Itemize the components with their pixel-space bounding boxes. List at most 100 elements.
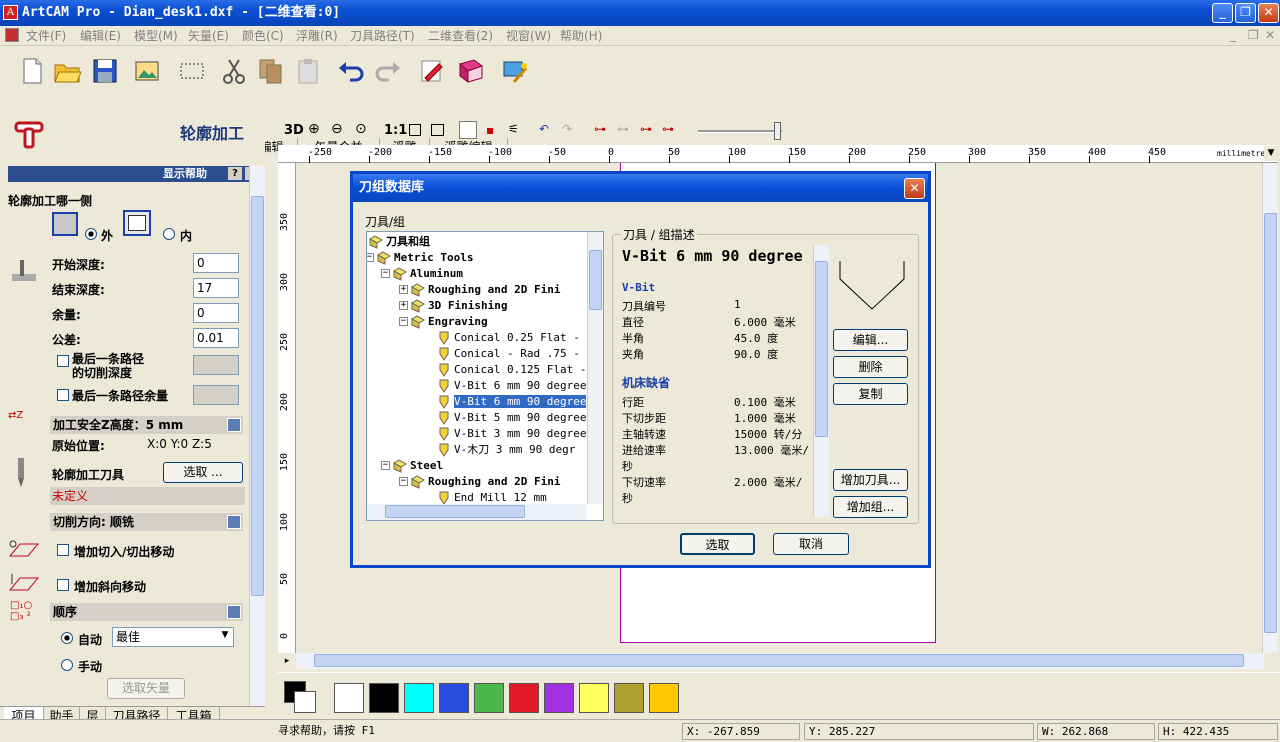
new-file-icon[interactable] (17, 56, 47, 86)
view-redo-icon[interactable]: ↷ (562, 122, 572, 136)
order-select[interactable]: 最佳 (112, 627, 234, 647)
expand-toggle-icon[interactable]: + (399, 301, 408, 310)
expand-toggle-icon[interactable]: − (381, 269, 390, 278)
last-path-allowance-input[interactable] (193, 385, 239, 405)
tree-item[interactable]: − Aluminum (381, 266, 463, 282)
add-group-button[interactable]: 增加组... (833, 496, 908, 518)
tree-item[interactable]: + Roughing and 2D Fini (399, 282, 560, 298)
inside-icon[interactable] (123, 210, 151, 236)
menu-2dview[interactable]: 二维查看(2) (428, 27, 493, 45)
dropdown-arrow-icon[interactable]: ▼ (218, 630, 232, 645)
wizard-icon[interactable] (500, 56, 530, 86)
zoom-icon[interactable]: ⊙ (355, 121, 367, 137)
manual-radio[interactable] (61, 659, 73, 671)
minimize-button[interactable]: _ (1212, 3, 1233, 23)
close-button[interactable]: ✕ (1258, 3, 1279, 23)
copy-icon[interactable] (256, 56, 286, 86)
paste-icon[interactable] (293, 56, 323, 86)
color-swatch[interactable] (649, 683, 679, 713)
color-swatch[interactable] (474, 683, 504, 713)
zoom-slider[interactable] (698, 130, 782, 133)
color-swatch[interactable] (579, 683, 609, 713)
inside-radio[interactable] (163, 228, 175, 240)
start-depth-input[interactable]: 0 (193, 253, 239, 273)
copy-button[interactable]: 复制 (833, 383, 908, 405)
desc-vscroll-thumb[interactable] (815, 261, 828, 437)
save-icon[interactable] (90, 56, 120, 86)
color-swatch[interactable] (509, 683, 539, 713)
chevron-down-icon[interactable] (227, 418, 241, 432)
color-swatch[interactable] (439, 683, 469, 713)
canvas-hscroll[interactable] (296, 653, 1264, 669)
desc-vscroll[interactable] (813, 245, 829, 517)
expand-toggle-icon[interactable]: − (399, 477, 408, 486)
tree-vscroll-thumb[interactable] (589, 250, 602, 310)
expand-toggle-icon[interactable]: − (381, 461, 390, 470)
edit-pencil-icon[interactable] (417, 56, 447, 86)
expand-toggle-icon[interactable]: + (399, 285, 408, 294)
last-path-allowance-checkbox[interactable] (57, 389, 69, 401)
cancel-button[interactable]: 取消 (773, 533, 849, 555)
menu-vector[interactable]: 矢量(E) (188, 27, 229, 45)
book-icon[interactable] (456, 56, 486, 86)
tree-item[interactable]: V-Bit 6 mm 90 degree (437, 378, 586, 394)
menu-relief[interactable]: 浮雕(R) (296, 27, 338, 45)
safe-z-section[interactable]: 加工安全Z高度：5 mm (50, 416, 243, 434)
delete-button[interactable]: 删除 (833, 356, 908, 378)
zoom-slider-thumb[interactable] (774, 122, 781, 140)
menu-edit[interactable]: 编辑(E) (80, 27, 121, 45)
ruler-dropdown-icon[interactable]: ▼ (1264, 146, 1278, 161)
align-icon-4[interactable]: ⊶ (662, 122, 674, 136)
menu-color[interactable]: 颜色(C) (242, 27, 284, 45)
image-icon[interactable] (132, 56, 162, 86)
menu-model[interactable]: 模型(M) (134, 27, 178, 45)
mdi-close-icon[interactable]: ✕ (1265, 28, 1275, 42)
auto-radio[interactable] (61, 632, 73, 644)
maximize-button[interactable]: ❐ (1235, 3, 1256, 23)
open-folder-icon[interactable] (52, 56, 82, 86)
canvas-vscroll-thumb[interactable] (1264, 213, 1277, 633)
tree-item[interactable]: Conical 0.125 Flat - (437, 362, 586, 378)
tree-item[interactable]: V-木刀 3 mm 90 degr (437, 442, 575, 458)
select-vectors-button[interactable]: 选取矢量 (107, 678, 185, 699)
mdi-minimize-icon[interactable]: _ (1230, 28, 1236, 42)
select-tool-button[interactable]: 选取 ... (163, 462, 243, 483)
3d-view-button[interactable]: 3D (284, 123, 304, 138)
layer-stack-icon[interactable]: ⚟ (508, 122, 519, 136)
tree-vscroll[interactable] (587, 232, 603, 504)
color-swatch[interactable] (404, 683, 434, 713)
tree-item[interactable]: − Steel (381, 458, 443, 474)
cut-icon[interactable] (219, 56, 249, 86)
color-swatch[interactable] (334, 683, 364, 713)
tree-item[interactable]: V-Bit 6 mm 90 degree (437, 394, 588, 410)
view-undo-icon[interactable]: ↶ (539, 122, 549, 136)
zoom-out-icon[interactable]: ⊖ (331, 121, 343, 137)
color-swatch[interactable] (614, 683, 644, 713)
outside-radio[interactable] (85, 228, 97, 240)
add-tool-button[interactable]: 增加刀具... (833, 469, 908, 491)
tree-item[interactable]: − Metric Tools (367, 250, 473, 266)
tree-item[interactable]: +3D Finishing (399, 298, 507, 314)
ramp-checkbox[interactable] (57, 579, 69, 591)
tree-item[interactable]: 刀具和组 (369, 234, 430, 250)
zoom-1to1-button[interactable]: 1:1 (384, 123, 407, 138)
menu-help[interactable]: 帮助(H) (560, 27, 602, 45)
canvas-vscroll[interactable] (1262, 163, 1278, 653)
select-button[interactable]: 选取 (680, 533, 755, 555)
dialog-close-icon[interactable]: ✕ (904, 178, 925, 199)
select-rect-icon[interactable] (177, 56, 207, 86)
cut-direction-section[interactable]: 切削方向: 顺铣 (50, 513, 243, 531)
expand-toggle-icon[interactable]: − (399, 317, 408, 326)
chevron-up-icon[interactable] (227, 605, 241, 619)
mdi-restore-icon[interactable]: ❐ (1248, 28, 1259, 42)
last-path-depth-input[interactable] (193, 355, 239, 375)
chevron-down-icon[interactable] (227, 515, 241, 529)
redo-icon[interactable] (373, 56, 403, 86)
allowance-input[interactable]: 0 (193, 303, 239, 323)
order-section[interactable]: 顺序 (50, 603, 243, 621)
tree-hscroll-thumb[interactable] (385, 505, 525, 518)
end-depth-input[interactable]: 17 (193, 278, 239, 298)
secondary-color[interactable] (294, 691, 316, 713)
panel-scrollbar[interactable] (249, 166, 265, 706)
lead-in-checkbox[interactable] (57, 544, 69, 556)
